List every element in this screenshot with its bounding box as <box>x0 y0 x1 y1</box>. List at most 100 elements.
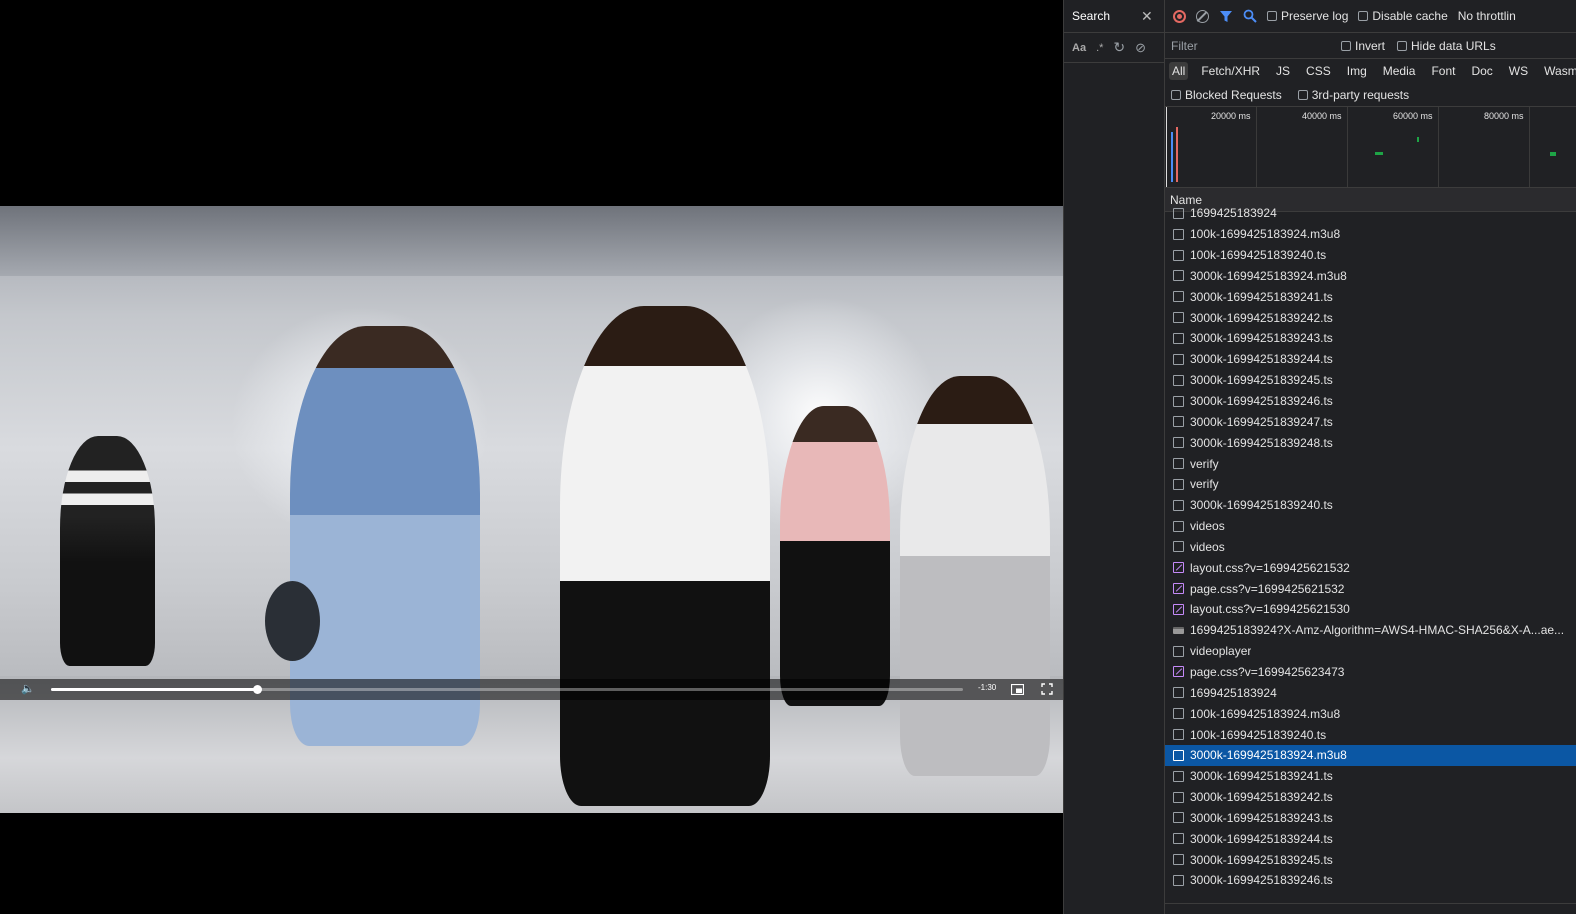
request-name: layout.css?v=1699425621530 <box>1190 602 1350 617</box>
type-filter-ws[interactable]: WS <box>1506 62 1531 80</box>
overview-start-marker <box>1166 107 1167 187</box>
clear-search-icon[interactable]: ⊘ <box>1135 40 1146 56</box>
dancer <box>560 306 770 806</box>
document-icon <box>1173 770 1184 782</box>
overview-grid-line <box>1438 107 1439 187</box>
request-row[interactable]: verify <box>1165 453 1576 474</box>
request-row[interactable]: 3000k-16994251839247.ts <box>1165 411 1576 432</box>
request-row[interactable]: 3000k-16994251839242.ts <box>1165 307 1576 328</box>
request-row[interactable]: 1699425183924?X-Amz-Algorithm=AWS4-HMAC-… <box>1165 620 1576 641</box>
search-toolbar: Aa .* ↻ ⊘ <box>1064 33 1164 63</box>
request-row[interactable]: 1699425183924 <box>1165 203 1576 224</box>
blocked-requests-checkbox[interactable]: Blocked Requests <box>1171 88 1282 102</box>
request-row[interactable]: 3000k-16994251839241.ts <box>1165 286 1576 307</box>
request-row[interactable]: 3000k-16994251839244.ts <box>1165 349 1576 370</box>
request-row[interactable]: layout.css?v=1699425621532 <box>1165 557 1576 578</box>
request-row[interactable]: 3000k-16994251839240.ts <box>1165 495 1576 516</box>
request-row[interactable]: 3000k-16994251839243.ts <box>1165 328 1576 349</box>
third-party-checkbox[interactable]: 3rd-party requests <box>1297 88 1409 102</box>
type-filter-fetch-xhr[interactable]: Fetch/XHR <box>1198 62 1263 80</box>
request-row[interactable]: 100k-1699425183924.m3u8 <box>1165 703 1576 724</box>
clear-icon[interactable] <box>1196 9 1209 23</box>
volume-icon[interactable]: 🔈 <box>17 682 39 695</box>
request-name: 3000k-16994251839244.ts <box>1190 831 1333 846</box>
request-row[interactable]: 3000k-16994251839246.ts <box>1165 391 1576 412</box>
video-player[interactable]: 🔈 -1:30 <box>0 0 1063 914</box>
request-row[interactable]: 100k-16994251839240.ts <box>1165 724 1576 745</box>
document-icon <box>1173 416 1184 428</box>
record-icon[interactable] <box>1173 9 1186 23</box>
request-name: 3000k-16994251839242.ts <box>1190 790 1333 805</box>
document-icon <box>1173 374 1184 386</box>
disable-cache-checkbox[interactable]: Disable cache <box>1358 9 1448 23</box>
match-case-button[interactable]: Aa <box>1072 42 1086 54</box>
request-name: 100k-16994251839240.ts <box>1190 248 1327 263</box>
request-row[interactable]: videos <box>1165 516 1576 537</box>
request-row[interactable]: page.css?v=1699425623473 <box>1165 662 1576 683</box>
request-row[interactable]: page.css?v=1699425621532 <box>1165 578 1576 599</box>
document-icon <box>1173 687 1184 699</box>
document-icon <box>1173 395 1184 407</box>
ceiling <box>0 206 1063 276</box>
document-icon <box>1173 812 1184 824</box>
preserve-log-label: Preserve log <box>1281 9 1349 23</box>
document-icon <box>1173 749 1184 761</box>
video-frame[interactable] <box>0 206 1063 813</box>
type-filter-wasm[interactable]: Wasm <box>1541 62 1576 80</box>
search-tab[interactable]: Search <box>1072 9 1110 23</box>
type-filter-css[interactable]: CSS <box>1303 62 1334 80</box>
request-name: 3000k-16994251839246.ts <box>1190 873 1333 888</box>
document-icon <box>1173 353 1184 365</box>
type-filter-all[interactable]: All <box>1169 62 1189 80</box>
fullscreen-icon[interactable] <box>1041 682 1053 700</box>
type-filter-font[interactable]: Font <box>1428 62 1458 80</box>
request-row[interactable]: 100k-16994251839240.ts <box>1165 245 1576 266</box>
request-row[interactable]: videoplayer <box>1165 641 1576 662</box>
throttling-select[interactable]: No throttlin <box>1458 9 1516 23</box>
filter-icon[interactable] <box>1219 10 1233 23</box>
hide-data-urls-checkbox[interactable]: Hide data URLs <box>1397 39 1496 53</box>
image-icon <box>1173 626 1184 634</box>
document-icon <box>1173 458 1184 470</box>
overview-tick-label: 20000 ms <box>1211 111 1251 121</box>
filter-input[interactable]: Filter <box>1171 39 1341 53</box>
search-panel: Search ✕ Aa .* ↻ ⊘ <box>1064 0 1165 914</box>
invert-checkbox[interactable]: Invert <box>1341 39 1385 53</box>
request-row[interactable]: 100k-1699425183924.m3u8 <box>1165 224 1576 245</box>
request-row[interactable]: verify <box>1165 474 1576 495</box>
search-icon[interactable] <box>1243 9 1257 23</box>
regex-button[interactable]: .* <box>1096 42 1103 54</box>
seek-bar[interactable] <box>51 685 963 694</box>
stylesheet-icon <box>1173 603 1184 615</box>
request-row[interactable]: 3000k-16994251839243.ts <box>1165 807 1576 828</box>
request-row[interactable]: layout.css?v=1699425621530 <box>1165 599 1576 620</box>
request-row[interactable]: 3000k-16994251839245.ts <box>1165 370 1576 391</box>
request-row[interactable]: 3000k-16994251839245.ts <box>1165 849 1576 870</box>
request-row[interactable]: 3000k-16994251839242.ts <box>1165 787 1576 808</box>
request-name: page.css?v=1699425621532 <box>1190 581 1345 596</box>
request-row[interactable]: 3000k-1699425183924.m3u8 <box>1165 266 1576 287</box>
network-overview[interactable]: 20000 ms 40000 ms 60000 ms 80000 ms <box>1165 107 1576 188</box>
request-row[interactable]: videos <box>1165 537 1576 558</box>
preserve-log-checkbox[interactable]: Preserve log <box>1267 9 1348 23</box>
request-row[interactable]: 3000k-1699425183924.m3u8 <box>1165 744 1576 766</box>
type-filter-media[interactable]: Media <box>1380 62 1419 80</box>
type-filter-doc[interactable]: Doc <box>1468 62 1495 80</box>
request-name: 3000k-16994251839245.ts <box>1190 373 1333 388</box>
hide-data-urls-label: Hide data URLs <box>1411 38 1496 53</box>
type-filter-img[interactable]: Img <box>1344 62 1370 80</box>
request-row[interactable]: 1699425183924 <box>1165 682 1576 703</box>
seek-handle[interactable] <box>253 685 263 694</box>
picture-in-picture-icon[interactable] <box>1010 682 1025 700</box>
request-row[interactable]: 3000k-16994251839248.ts <box>1165 432 1576 453</box>
type-filter-js[interactable]: JS <box>1273 62 1293 80</box>
request-row[interactable]: 3000k-16994251839246.ts <box>1165 870 1576 891</box>
resource-type-filters: AllFetch/XHRJSCSSImgMediaFontDocWSWasmMa… <box>1165 59 1576 83</box>
request-name: verify <box>1190 477 1219 492</box>
refresh-icon[interactable]: ↻ <box>1113 39 1125 56</box>
request-row[interactable]: 3000k-16994251839244.ts <box>1165 828 1576 849</box>
request-row[interactable]: 3000k-16994251839241.ts <box>1165 766 1576 787</box>
request-name: 100k-16994251839240.ts <box>1190 727 1327 742</box>
close-icon[interactable]: ✕ <box>1141 9 1153 23</box>
disable-cache-label: Disable cache <box>1372 9 1448 23</box>
